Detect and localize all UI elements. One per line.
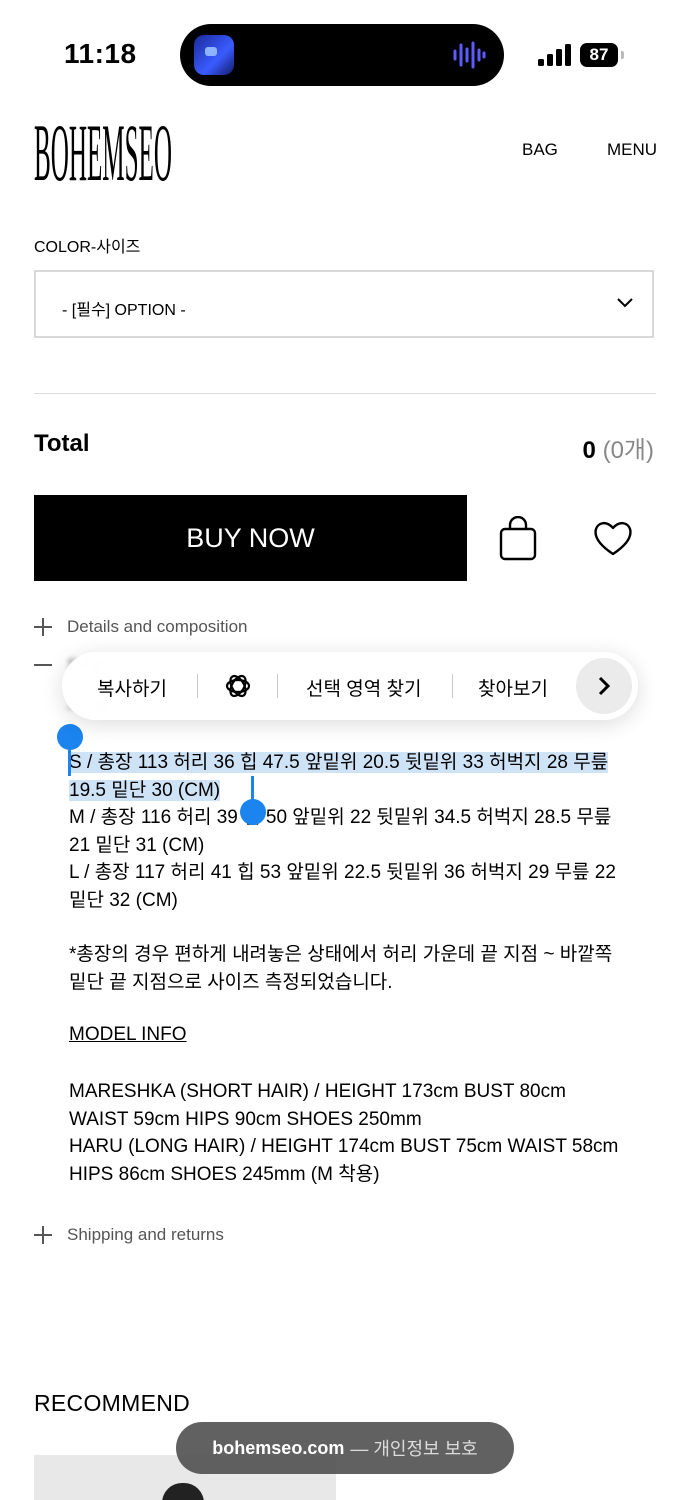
text-selection-menu: 복사하기 선택 영역 찾기 찾아보기 <box>62 652 638 720</box>
shipping-toggle[interactable]: Shipping and returns <box>67 1225 224 1245</box>
logo-text: BOHEMSEO <box>34 114 172 186</box>
heart-icon[interactable] <box>592 518 634 558</box>
signal-icon <box>538 44 571 66</box>
dynamic-island[interactable] <box>180 24 504 86</box>
selected-text[interactable]: S / 총장 113 허리 36 힙 47.5 앞밑위 20.5 뒷밑위 33 … <box>69 752 609 801</box>
plus-icon[interactable] <box>34 1226 52 1244</box>
menu-separator <box>277 674 278 698</box>
battery-icon: 87 <box>580 43 618 67</box>
shopping-bag-icon[interactable] <box>498 516 538 562</box>
menu-separator <box>197 674 198 698</box>
copy-menu-item[interactable]: 복사하기 <box>97 674 167 701</box>
nav-bag-link[interactable]: BAG <box>522 140 558 160</box>
model-info-2: HARU (LONG HAIR) / HEIGHT 174cm BUST 75c… <box>69 1136 619 1185</box>
size-l-text: L / 총장 117 허리 41 힙 53 앞밑위 22.5 뒷밑위 36 허벅… <box>69 862 616 911</box>
selection-start-handle[interactable] <box>57 724 83 750</box>
menu-separator <box>452 674 453 698</box>
model-photo <box>162 1483 204 1500</box>
more-options-button[interactable] <box>576 658 632 714</box>
model-info: MARESHKA (SHORT HAIR) / HEIGHT 173cm BUS… <box>69 1078 629 1188</box>
battery-tip <box>621 51 624 59</box>
nav-menu-link[interactable]: MENU <box>607 140 657 160</box>
model-info-heading: MODEL INFO <box>69 1024 187 1045</box>
selection-start-bar <box>68 748 71 776</box>
option-select-value: - [필수] OPTION - <box>62 302 186 319</box>
look-up-menu-item[interactable]: 찾아보기 <box>478 674 548 701</box>
buy-now-button[interactable]: BUY NOW <box>34 495 467 581</box>
minus-icon[interactable] <box>34 656 52 674</box>
brand-logo[interactable]: BOHEMSEO <box>34 114 174 186</box>
chevron-right-icon <box>598 676 611 696</box>
option-label: COLOR-사이즈 <box>34 239 141 256</box>
total-value: 0 (0개) <box>583 430 654 465</box>
recommend-heading: RECOMMEND <box>34 1390 191 1416</box>
toast-privacy: — 개인정보 보호 <box>350 1439 478 1459</box>
option-select[interactable]: - [필수] OPTION - <box>34 270 654 338</box>
model-info-1: MARESHKA (SHORT HAIR) / HEIGHT 173cm BUS… <box>69 1081 566 1130</box>
size-info[interactable]: S / 총장 113 허리 36 힙 47.5 앞밑위 20.5 뒷밑위 33 … <box>69 749 629 914</box>
find-selection-menu-item[interactable]: 선택 영역 찾기 <box>306 674 421 701</box>
details-toggle[interactable]: Details and composition <box>67 617 247 637</box>
selection-end-handle[interactable] <box>240 799 266 825</box>
total-label: Total <box>34 430 90 457</box>
plus-icon[interactable] <box>34 618 52 636</box>
url-toast[interactable]: bohemseo.com — 개인정보 보호 <box>176 1422 514 1474</box>
size-m-text: M / 총장 116 허리 39 힙 50 앞밑위 22 뒷밑위 34.5 허벅… <box>69 807 612 856</box>
toast-domain: bohemseo.com <box>212 1437 345 1458</box>
writing-tools-icon[interactable] <box>224 672 252 700</box>
measurement-note: *총장의 경우 편하게 내려놓은 상태에서 허리 가운데 끝 지점 ~ 바깥쪽 … <box>69 944 613 993</box>
audio-wave-icon <box>453 41 486 69</box>
total-amount: 0 <box>582 437 596 464</box>
total-count: (0개) <box>602 437 654 464</box>
status-time: 11:18 <box>64 38 137 69</box>
divider <box>34 393 656 394</box>
chevron-down-icon <box>617 298 633 308</box>
app-icon <box>194 35 234 75</box>
